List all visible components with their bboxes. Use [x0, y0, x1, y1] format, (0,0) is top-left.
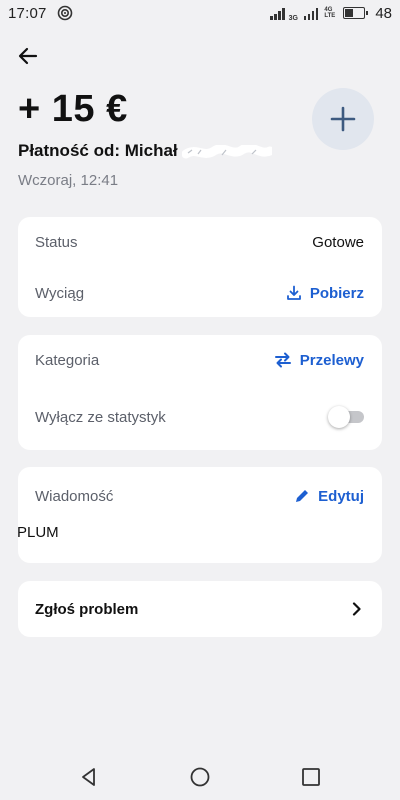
status-indicators: 3G 4G LTE 48 — [270, 5, 392, 22]
message-text: PLUM — [17, 524, 59, 541]
network-type-3g: 3G — [288, 14, 298, 22]
transaction-date: Wczoraj, 12:41 — [18, 172, 119, 189]
statement-label: Wyciąg — [35, 284, 85, 302]
download-label: Pobierz — [309, 284, 364, 302]
status-time: 17:07 — [8, 4, 47, 22]
message-label: Wiadomość — [35, 487, 114, 505]
statement-row: Wyciąg Pobierz — [18, 280, 382, 306]
plus-icon — [330, 106, 356, 132]
category-value: Przelewy — [299, 351, 364, 369]
back-arrow-icon[interactable] — [16, 44, 40, 68]
network-type-4g: 4G LTE — [324, 7, 335, 19]
transaction-amount: + 15 € — [18, 88, 128, 130]
status-bar: 17:07 3G 4G LTE 48 — [0, 0, 400, 26]
redacted-surname — [182, 144, 273, 159]
chevron-right-icon — [352, 602, 361, 616]
nav-recents-icon[interactable] — [300, 766, 322, 788]
nav-back-icon[interactable] — [78, 766, 100, 788]
nav-home-icon[interactable] — [189, 766, 211, 788]
exclude-stats-label: Wyłącz ze statystyk — [35, 408, 166, 426]
hotspot-icon — [57, 5, 72, 21]
signal-icon-2 — [303, 7, 319, 20]
category-card: Kategoria Przelewy Wyłącz ze statystyk — [18, 335, 382, 450]
download-icon — [286, 285, 301, 300]
edit-label: Edytuj — [318, 487, 364, 505]
battery-percent: 48 — [375, 4, 392, 22]
status-label: Status — [35, 233, 78, 251]
status-row: Status Gotowe — [18, 229, 382, 255]
system-nav-bar — [0, 756, 400, 796]
add-button[interactable] — [312, 88, 374, 150]
report-problem-row[interactable]: Zgłoś problem — [18, 596, 382, 622]
payer-line: Płatność od: Michał — [18, 141, 273, 161]
report-problem-card[interactable]: Zgłoś problem — [18, 581, 382, 637]
report-problem-label: Zgłoś problem — [35, 600, 139, 618]
edit-button[interactable]: Edytuj — [294, 488, 364, 505]
download-button[interactable]: Pobierz — [286, 285, 364, 302]
details-card: Status Gotowe Wyciąg Pobierz — [18, 217, 382, 317]
exclude-stats-toggle[interactable] — [328, 406, 364, 428]
category-row: Kategoria Przelewy — [18, 347, 382, 373]
battery-icon — [343, 7, 369, 19]
message-card: Wiadomość Edytuj — [18, 467, 382, 563]
exclude-stats-row: Wyłącz ze statystyk — [18, 404, 382, 430]
toggle-knob — [328, 406, 350, 428]
pencil-icon — [296, 490, 309, 502]
transfer-arrows-icon — [274, 352, 291, 368]
payer-name: Płatność od: Michał — [18, 141, 178, 160]
category-button[interactable]: Przelewy — [274, 351, 364, 369]
status-value: Gotowe — [312, 233, 364, 251]
battery-fill — [345, 9, 354, 17]
category-label: Kategoria — [35, 351, 100, 369]
network-lte-label: LTE — [324, 13, 336, 19]
message-row: Wiadomość Edytuj — [18, 483, 382, 509]
signal-icon — [270, 7, 285, 20]
